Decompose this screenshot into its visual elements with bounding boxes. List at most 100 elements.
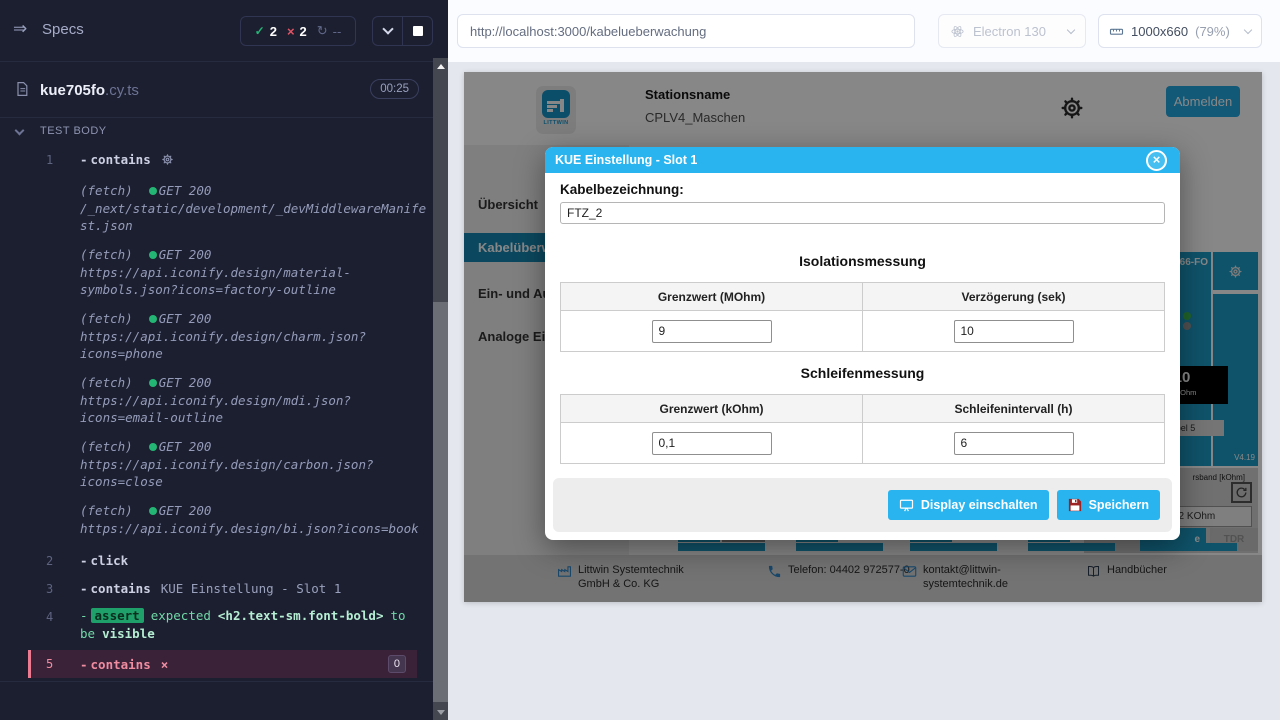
fetch-status: GET 200 [159, 310, 212, 328]
scroll-down-arrow[interactable] [433, 704, 448, 720]
fetch-status: GET 200 [159, 246, 212, 264]
command-row[interactable]: 1 contains [0, 150, 433, 170]
isolation-table: Grenzwert (MOhm) Verzögerung (sek) [560, 282, 1165, 352]
table-header-row: Grenzwert (MOhm) Verzögerung (sek) [561, 283, 1164, 311]
assert-text: expected [151, 608, 211, 623]
spec-file-name: kue705fo.cy.ts [40, 82, 139, 99]
url-input[interactable] [457, 14, 915, 48]
modal-body: Kabelbezeichnung: Isolationsmessung Gren… [545, 173, 1180, 464]
cypress-reporter-panel: ⇒ Specs ✓ 2 × 2 ↻ -- kue705fo.cy.ts 00:25 T… [0, 0, 448, 720]
stop-icon [413, 26, 423, 36]
status-dot-icon [149, 187, 157, 195]
fetch-label: (fetch) [80, 438, 133, 456]
passed-count: 2 [270, 24, 277, 39]
command-number: 3 [46, 579, 80, 599]
specs-list-icon[interactable]: ⇒ [13, 19, 27, 39]
fetch-status: GET 200 [159, 374, 212, 392]
reporter-header: ⇒ Specs ✓ 2 × 2 ↻ -- [0, 0, 433, 62]
isolation-verzoegerung-input[interactable] [954, 320, 1074, 343]
command-number: 2 [46, 551, 80, 571]
column-header: Grenzwert (kOhm) [561, 395, 862, 422]
fetch-log-row[interactable]: (fetch) GET 200 https://api.iconify.desig… [0, 438, 433, 490]
fetch-url: https://api.iconify.design/material-symb… [80, 264, 432, 298]
column-header: Grenzwert (MOhm) [561, 283, 862, 310]
fetch-label: (fetch) [80, 502, 133, 520]
chevron-down-icon [15, 126, 25, 136]
browser-select[interactable]: Electron 130 [938, 14, 1086, 48]
triangle-down-icon [437, 710, 445, 715]
spec-duration-badge: 00:25 [370, 79, 419, 99]
failed-command-row[interactable]: 5 contains × 0 [28, 650, 417, 678]
fetch-label: (fetch) [80, 310, 133, 328]
test-body-label: TEST BODY [40, 125, 107, 137]
display-einschalten-button[interactable]: Display einschalten [888, 490, 1049, 520]
command-row[interactable]: 2 click [0, 551, 433, 571]
monitor-icon [899, 498, 914, 513]
app-stage: LITTWIN Stationsname CPLV4_Maschen Abmel… [448, 62, 1280, 720]
modal-header: KUE Einstellung - Slot 1 × [545, 147, 1180, 173]
schleife-grenzwert-input[interactable] [652, 432, 772, 455]
stats-pending: ↻ -- [317, 23, 342, 39]
test-body-header[interactable]: TEST BODY [0, 122, 433, 144]
scrollbar-thumb[interactable] [433, 302, 448, 702]
passed-check-icon: ✓ [255, 24, 265, 38]
spec-file-row[interactable]: kue705fo.cy.ts 00:25 [0, 63, 433, 118]
viewport-size-select[interactable]: 1000x660 (79%) [1098, 14, 1262, 48]
save-button-label: Speichern [1089, 498, 1149, 512]
viewport-scale: (79%) [1195, 24, 1230, 39]
fail-x-icon: × [161, 657, 169, 672]
collapse-all-button[interactable] [373, 17, 402, 45]
status-dot-icon [149, 315, 157, 323]
fetch-status: GET 200 [159, 438, 212, 456]
app-viewport: LITTWIN Stationsname CPLV4_Maschen Abmel… [464, 72, 1262, 602]
assert-target: <h2.text-sm.font-bold> [218, 608, 384, 623]
speichern-button[interactable]: Speichern [1057, 490, 1160, 520]
fetch-log-row[interactable]: (fetch)GET 200 https://api.iconify.desig… [0, 310, 433, 362]
isolation-grenzwert-input[interactable] [652, 320, 772, 343]
fetch-log-row[interactable]: (fetch)GET 200 /_next/static/development… [0, 182, 433, 234]
pending-refresh-icon: ↻ [317, 23, 328, 39]
assert-message: assertexpected<h2.text-sm.font-bold>to b… [80, 607, 423, 643]
failed-x-icon: × [287, 24, 295, 39]
command-row[interactable]: 3 contains KUE Einstellung - Slot 1 [0, 579, 433, 599]
close-icon[interactable]: × [1146, 150, 1167, 171]
fetch-status: GET 200 [159, 182, 212, 200]
reporter-controls [372, 16, 433, 46]
fetch-label: (fetch) [80, 182, 133, 200]
fetch-url: https://api.iconify.design/bi.json?icons… [80, 520, 432, 537]
browser-name: Electron 130 [973, 24, 1046, 39]
status-dot-icon [149, 507, 157, 515]
fetch-status: GET 200 [159, 502, 212, 520]
command-name: click [80, 551, 128, 571]
stop-run-button[interactable] [402, 17, 432, 45]
cable-name-input[interactable] [560, 202, 1165, 224]
pending-count: -- [333, 24, 342, 39]
cable-name-label: Kabelbezeichnung: [560, 182, 1165, 197]
fetch-log-row[interactable]: (fetch) GET 200 https://api.iconify.desig… [0, 246, 433, 298]
chevron-down-icon [1067, 25, 1075, 33]
divider [0, 681, 433, 682]
fetch-url: https://api.iconify.design/carbon.json?i… [80, 456, 432, 490]
command-number: 5 [46, 657, 80, 671]
schleifenintervall-input[interactable] [954, 432, 1074, 455]
column-header: Schleifenintervall (h) [862, 395, 1164, 422]
spec-name-text: kue705fo [40, 82, 105, 99]
specs-label: Specs [42, 21, 84, 38]
test-stats: ✓ 2 × 2 ↻ -- [240, 16, 356, 46]
table-row [561, 423, 1164, 463]
fetch-log-row[interactable]: (fetch)GET 200 https://api.iconify.desig… [0, 374, 433, 426]
reporter-scrollbar[interactable] [433, 58, 448, 720]
command-number: 4 [46, 607, 80, 643]
assert-text: visible [102, 626, 155, 641]
viewport-size: 1000x660 [1131, 24, 1188, 39]
modal-footer: Display einschalten Speichern [553, 478, 1172, 532]
failed-count: 2 [300, 24, 307, 39]
table-row [561, 311, 1164, 351]
column-header: Verzögerung (sek) [862, 283, 1164, 310]
command-argument: KUE Einstellung - Slot 1 [161, 579, 342, 599]
fetch-label: (fetch) [80, 246, 133, 264]
assert-row[interactable]: 4 assertexpected<h2.text-sm.font-bold>to… [0, 607, 433, 643]
scroll-up-arrow[interactable] [433, 58, 448, 74]
section-title-isolation: Isolationsmessung [560, 253, 1165, 269]
fetch-log-row[interactable]: (fetch) GET 200 https://api.iconify.desig… [0, 502, 433, 537]
